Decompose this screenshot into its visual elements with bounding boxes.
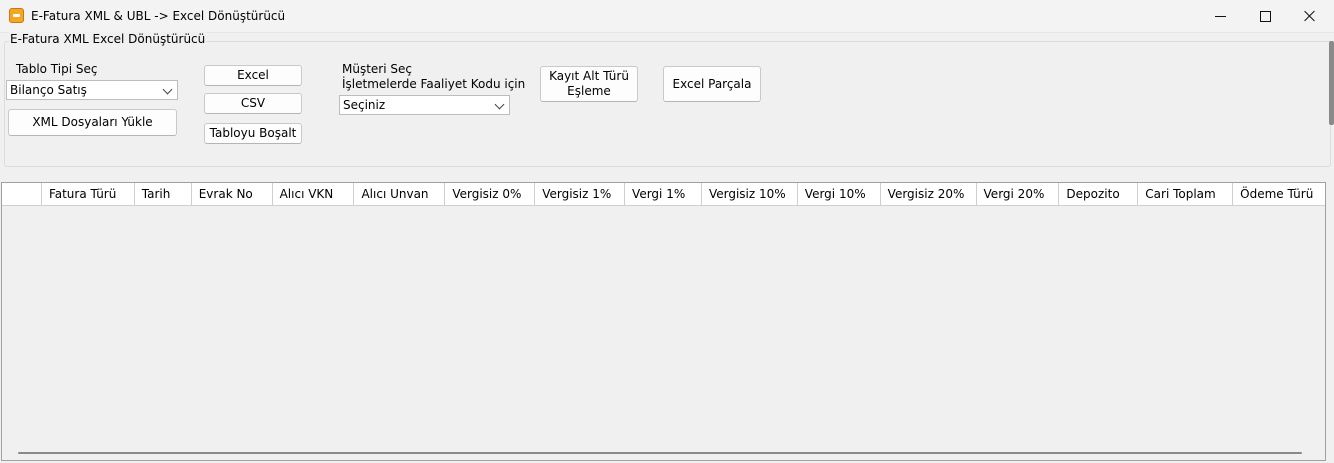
customer-select[interactable]: Seçiniz bbox=[339, 95, 510, 115]
chevron-down-icon bbox=[162, 84, 173, 95]
column-header[interactable]: Vergisiz 0% bbox=[445, 183, 536, 205]
vertical-scrollbar[interactable] bbox=[1329, 41, 1334, 125]
customer-selected: Seçiniz bbox=[343, 98, 386, 112]
chevron-down-icon bbox=[494, 99, 505, 110]
horizontal-scrollbar[interactable] bbox=[18, 452, 1302, 454]
clear-table-button[interactable]: Tabloyu Boşalt bbox=[204, 123, 302, 144]
window-title: E-Fatura XML & UBL -> Excel Dönüştürücü bbox=[31, 9, 286, 23]
column-header[interactable]: Vergisiz 20% bbox=[881, 183, 977, 205]
column-header[interactable]: Fatura Türü bbox=[42, 183, 135, 205]
customer-sublabel: İşletmelerde Faaliyet Kodu için bbox=[342, 77, 526, 91]
close-icon bbox=[1304, 10, 1316, 22]
csv-export-button[interactable]: CSV bbox=[204, 93, 302, 114]
minimize-icon bbox=[1214, 15, 1226, 17]
column-header[interactable]: Tarih bbox=[135, 183, 192, 205]
column-header[interactable]: Vergi 1% bbox=[625, 183, 702, 205]
data-grid[interactable]: Fatura Türü Tarih Evrak No Alıcı VKN Alı… bbox=[1, 182, 1326, 461]
column-header[interactable]: Alıcı Unvan bbox=[354, 183, 446, 205]
title-bar: E-Fatura XML & UBL -> Excel Dönüştürücü bbox=[0, 0, 1334, 33]
table-type-label: Tablo Tipi Seç bbox=[16, 62, 98, 76]
minimize-button[interactable] bbox=[1197, 0, 1243, 32]
column-header[interactable]: Vergi 10% bbox=[798, 183, 881, 205]
column-header[interactable]: Vergi 20% bbox=[977, 183, 1060, 205]
record-subtype-mapping-button[interactable]: Kayıt Alt Türü Eşleme bbox=[540, 66, 638, 102]
column-header[interactable]: Evrak No bbox=[192, 183, 273, 205]
row-header-corner bbox=[2, 183, 42, 205]
grid-header: Fatura Türü Tarih Evrak No Alıcı VKN Alı… bbox=[2, 183, 1325, 206]
table-type-selected: Bilanço Satış bbox=[10, 83, 87, 97]
column-header[interactable]: Vergisiz 1% bbox=[535, 183, 626, 205]
table-type-select[interactable]: Bilanço Satış bbox=[6, 80, 178, 100]
load-xml-button[interactable]: XML Dosyaları Yükle bbox=[8, 109, 177, 136]
column-header[interactable]: Vergisiz 10% bbox=[702, 183, 798, 205]
column-header[interactable]: Ödeme Türü bbox=[1233, 183, 1325, 205]
column-header[interactable]: Cari Toplam bbox=[1138, 183, 1234, 205]
maximize-icon bbox=[1259, 10, 1271, 22]
column-header[interactable]: Alıcı VKN bbox=[273, 183, 355, 205]
excel-export-button[interactable]: Excel bbox=[204, 65, 302, 86]
maximize-button[interactable] bbox=[1242, 0, 1288, 32]
app-icon bbox=[9, 8, 24, 23]
split-excel-button[interactable]: Excel Parçala bbox=[663, 66, 761, 102]
groupbox-title: E-Fatura XML Excel Dönüştürücü bbox=[9, 32, 207, 46]
close-button[interactable] bbox=[1287, 0, 1333, 32]
column-header[interactable]: Depozito bbox=[1059, 183, 1139, 205]
customer-label: Müşteri Seç bbox=[342, 62, 412, 76]
